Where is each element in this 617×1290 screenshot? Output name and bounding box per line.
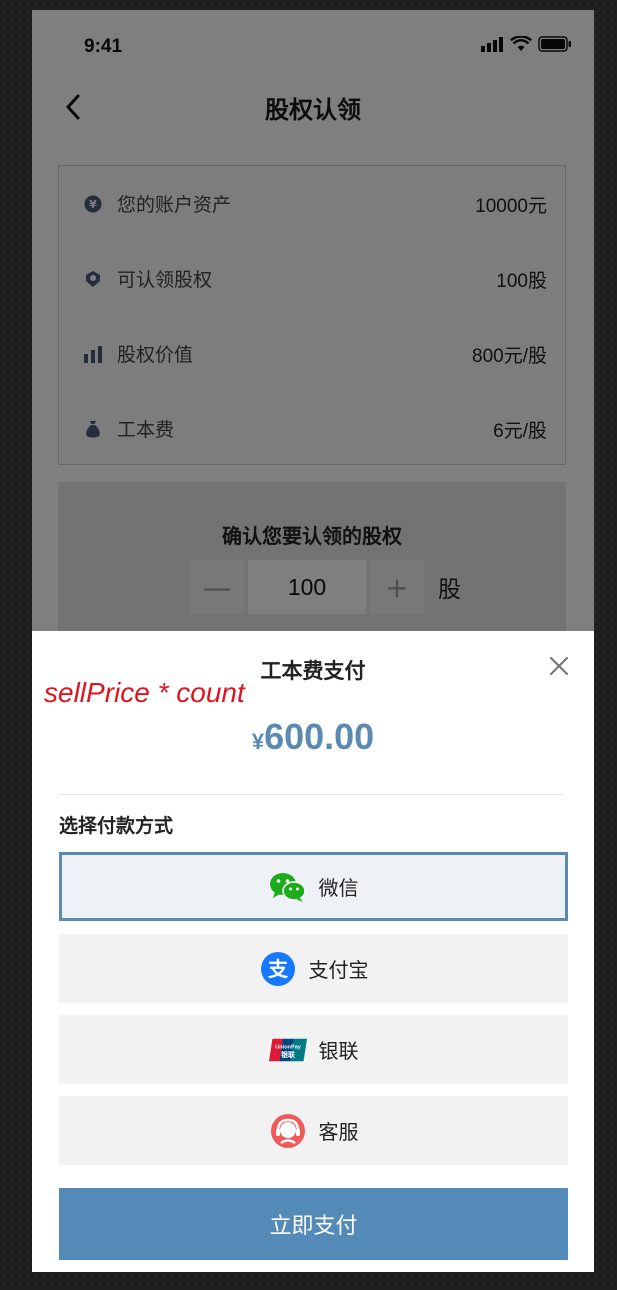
close-icon bbox=[549, 656, 569, 676]
customer-service-icon bbox=[269, 1112, 307, 1150]
payment-sheet: 工本费支付 sellPrice * count ¥600.00 选择付款方式 微… bbox=[32, 631, 594, 1272]
payment-amount: ¥600.00 bbox=[32, 716, 594, 758]
svg-text:支: 支 bbox=[268, 957, 289, 981]
payment-option-label: 支付宝 bbox=[308, 958, 369, 982]
unionpay-icon: UnionPay 银联 bbox=[268, 1031, 307, 1069]
phone-screen: 9:41 股权认领 ¥ 您的账户资产 10000元 bbox=[32, 10, 594, 1272]
currency-symbol: ¥ bbox=[251, 729, 265, 754]
payment-option-alipay[interactable]: 支 支付宝 bbox=[59, 934, 568, 1003]
modal-backdrop[interactable] bbox=[32, 10, 594, 631]
svg-text:银联: 银联 bbox=[281, 1049, 295, 1058]
payment-option-label: 客服 bbox=[318, 1120, 359, 1144]
close-button[interactable] bbox=[544, 651, 574, 681]
svg-text:UnionPay: UnionPay bbox=[275, 1044, 302, 1050]
pay-now-button[interactable]: 立即支付 bbox=[59, 1188, 568, 1260]
divider bbox=[59, 794, 564, 795]
wechat-icon bbox=[269, 868, 307, 906]
amount-value: 600.00 bbox=[264, 716, 375, 757]
alipay-icon: 支 bbox=[259, 950, 297, 988]
payment-option-service[interactable]: 客服 bbox=[59, 1096, 568, 1165]
payment-option-label: 银联 bbox=[318, 1039, 359, 1063]
formula-annotation: sellPrice * count bbox=[44, 677, 245, 708]
payment-option-label: 微信 bbox=[318, 876, 359, 900]
payment-method-label: 选择付款方式 bbox=[59, 815, 174, 837]
payment-option-unionpay[interactable]: UnionPay 银联 银联 bbox=[59, 1015, 568, 1084]
payment-option-wechat[interactable]: 微信 bbox=[59, 852, 568, 921]
